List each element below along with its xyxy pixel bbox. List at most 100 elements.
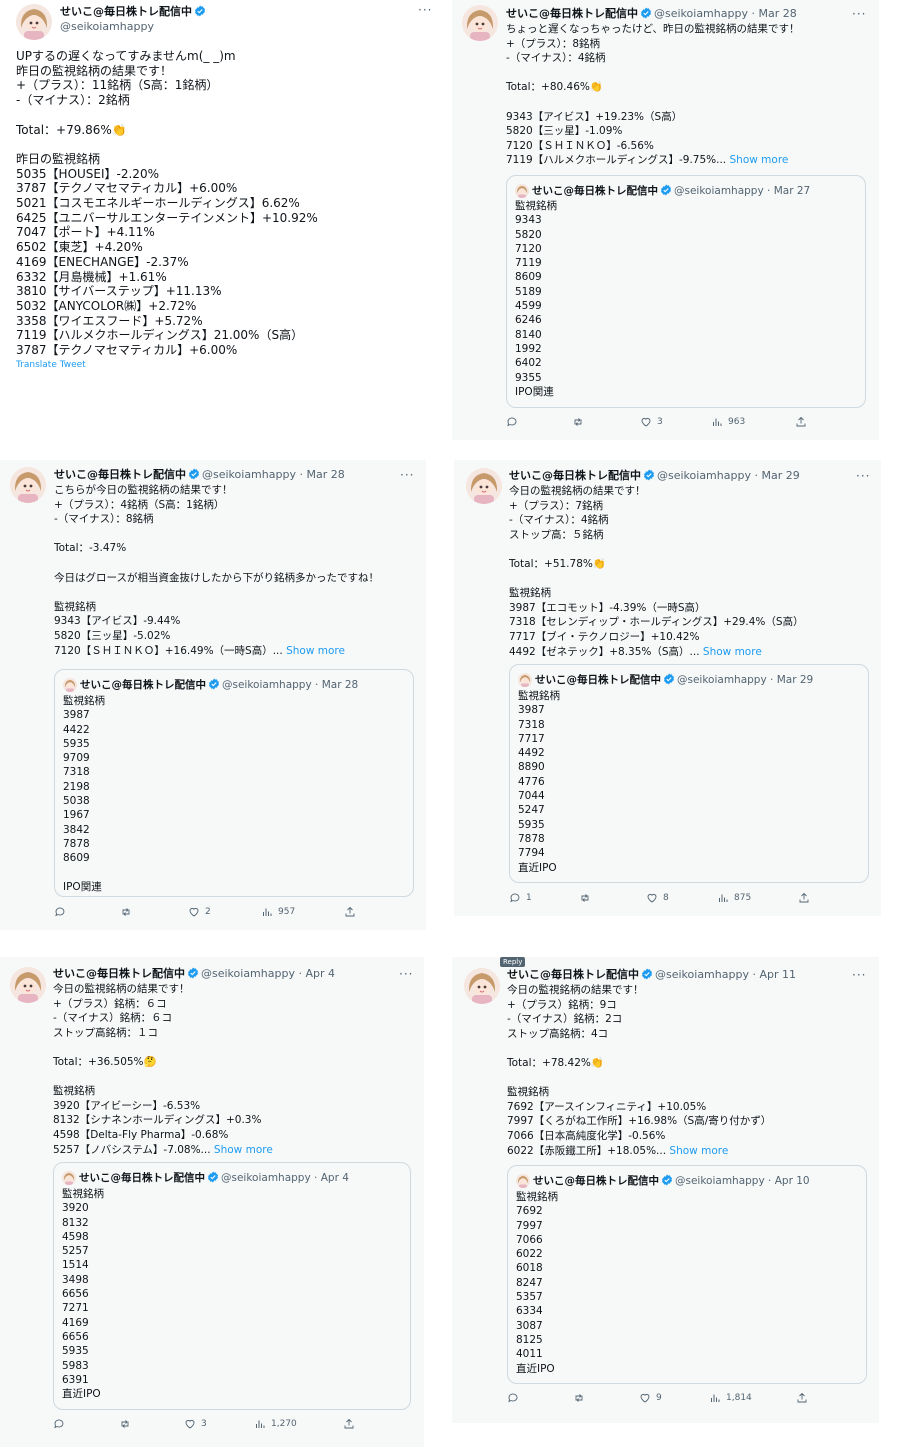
verified-badge-icon [642, 968, 652, 980]
author-handle[interactable]: @seikoiamhappy [654, 7, 748, 20]
author-handle[interactable]: @seikoiamhappy [655, 968, 749, 981]
more-dots-icon[interactable]: ··· [399, 967, 413, 981]
author-name[interactable]: せいこ@毎日株トレ配信中 [54, 468, 186, 481]
show-more-link[interactable]: Show more [286, 645, 345, 657]
tweet-actions: 3 963 [506, 416, 866, 432]
quoted-tweet-header: せいこ@毎日株トレ配信中 @seikoiamhappy · Mar 27 [515, 183, 810, 198]
quoted-tweet-date: Mar 28 [321, 679, 359, 691]
share-button[interactable] [798, 892, 810, 904]
author-handle[interactable]: @seikoiamhappy [60, 20, 154, 34]
show-more-link[interactable]: Show more [703, 646, 762, 658]
more-dots-icon[interactable]: ··· [400, 468, 414, 482]
tweet-card[interactable]: せいこ@毎日株トレ配信中 @seikoiamhappy · Mar 28 ··· … [452, 0, 879, 440]
tweet-text: 今日の監視銘柄の結果です！ +（プラス）：7銘柄 -（マイナス）：4銘柄 ストッ… [509, 485, 804, 658]
author-handle[interactable]: @seikoiamhappy [202, 468, 296, 481]
tweet-card[interactable]: せいこ@毎日株トレ配信中 @seikoiamhappy · Mar 29 ··· … [454, 460, 881, 916]
tweet-actions: 9 1,814 [507, 1392, 867, 1408]
tweet-text: 今日の監視銘柄の結果です！ +（プラス）銘柄：６コ -（マイナス）銘柄：６コ ス… [53, 983, 273, 1156]
tweet-card[interactable]: せいこ@毎日株トレ配信中 @seikoiamhappy · Apr 4 ··· 今… [0, 957, 424, 1447]
author-handle[interactable]: @seikoiamhappy [657, 469, 751, 482]
like-button[interactable]: 3 [640, 416, 663, 428]
avatar[interactable] [464, 968, 500, 1004]
tweet-actions: 1 8 875 [509, 892, 869, 908]
quoted-tweet[interactable]: せいこ@毎日株トレ配信中 @seikoiamhappy · Apr 10 監視銘柄… [507, 1165, 867, 1384]
views-button[interactable]: 875 [717, 892, 751, 904]
reply-button[interactable] [507, 1392, 524, 1404]
verified-badge-icon [644, 469, 654, 481]
show-more-link[interactable]: Show more [214, 1144, 273, 1156]
retweet-icon [574, 418, 582, 426]
share-icon [799, 892, 809, 903]
share-button[interactable] [796, 1392, 808, 1404]
quoted-tweet-text: 監視銘柄 7692 7997 7066 6022 6018 8247 5357 … [516, 1191, 558, 1375]
reply-button[interactable] [506, 416, 523, 428]
more-dots-icon[interactable]: ··· [856, 469, 870, 483]
tweet-card[interactable]: せいこ@毎日株トレ配信中 @seikoiamhappy · Apr 11 ··· … [452, 957, 879, 1423]
tweet-date[interactable]: Mar 29 [761, 469, 799, 482]
reply-button[interactable] [54, 906, 71, 918]
verified-badge-icon [664, 673, 674, 685]
views-button[interactable]: 1,270 [254, 1418, 297, 1430]
retweet-button[interactable] [119, 1418, 136, 1430]
tweet-card[interactable]: せいこ@毎日株トレ配信中 @seikoiamhappy ··· UPするの遅くな… [0, 0, 440, 440]
author-handle[interactable]: @seikoiamhappy [201, 967, 295, 980]
author-name[interactable]: せいこ@毎日株トレ配信中 [506, 7, 638, 20]
views-icon [719, 894, 728, 902]
tweet-date[interactable]: Mar 28 [306, 468, 344, 481]
share-button[interactable] [343, 1418, 355, 1430]
reply-button[interactable] [53, 1418, 70, 1430]
avatar[interactable] [10, 467, 46, 503]
show-more-link[interactable]: Show more [730, 154, 789, 166]
author-name[interactable]: せいこ@毎日株トレ配信中 [507, 968, 639, 981]
avatar[interactable] [462, 5, 498, 41]
avatar [63, 678, 77, 692]
retweet-button[interactable] [573, 1392, 590, 1404]
more-dots-icon[interactable]: ··· [418, 3, 432, 17]
share-button[interactable] [344, 906, 356, 918]
avatar [516, 1174, 530, 1188]
retweet-icon [575, 1394, 583, 1402]
quoted-tweet-date: Apr 4 [320, 1172, 349, 1184]
author-name[interactable]: せいこ@毎日株トレ配信中 [60, 5, 192, 18]
views-button[interactable]: 1,814 [709, 1392, 752, 1404]
tweet-date[interactable]: Mar 28 [758, 7, 796, 20]
avatar[interactable] [16, 4, 52, 40]
verified-badge-icon [641, 7, 651, 19]
more-dots-icon[interactable]: ··· [852, 968, 866, 982]
retweet-button[interactable] [572, 416, 589, 428]
quoted-tweet-text: 監視銘柄 3987 7318 7717 4492 8890 4776 7044 … [518, 690, 560, 874]
like-icon [189, 907, 199, 917]
quoted-tweet[interactable]: せいこ@毎日株トレ配信中 @seikoiamhappy · Mar 29 監視銘柄… [509, 664, 869, 883]
retweet-icon [121, 1420, 129, 1428]
share-button[interactable] [795, 416, 807, 428]
like-button[interactable]: 8 [646, 892, 669, 904]
author-name[interactable]: せいこ@毎日株トレ配信中 [509, 469, 641, 482]
translate-tweet-link[interactable]: Translate Tweet [16, 360, 86, 370]
tweet-date[interactable]: Apr 11 [759, 968, 796, 981]
tweet-card[interactable]: せいこ@毎日株トレ配信中 @seikoiamhappy · Mar 28 ··· … [0, 460, 426, 930]
reply-button[interactable]: 1 [509, 892, 532, 904]
share-icon [796, 416, 806, 427]
share-icon [345, 906, 355, 917]
like-button[interactable]: 2 [188, 906, 211, 918]
quoted-tweet[interactable]: せいこ@毎日株トレ配信中 @seikoiamhappy · Mar 27 監視銘柄… [506, 175, 866, 408]
avatar[interactable] [466, 468, 502, 504]
like-button[interactable]: 3 [184, 1418, 207, 1430]
like-icon [647, 893, 657, 903]
like-icon [185, 1419, 195, 1429]
more-dots-icon[interactable]: ··· [852, 7, 866, 21]
views-button[interactable]: 957 [261, 906, 295, 918]
verified-badge-icon [195, 5, 205, 17]
quoted-tweet[interactable]: せいこ@毎日株トレ配信中 @seikoiamhappy · Mar 28 監視銘柄… [54, 669, 414, 897]
avatar [515, 184, 529, 198]
show-more-link[interactable]: Show more [669, 1145, 728, 1157]
tweet-date[interactable]: Apr 4 [305, 967, 335, 980]
retweet-button[interactable] [120, 906, 137, 918]
author-name[interactable]: せいこ@毎日株トレ配信中 [53, 967, 185, 980]
like-button[interactable]: 9 [639, 1392, 662, 1404]
tweet-text: 今日の監視銘柄の結果です！ +（プラス）銘柄：9コ -（マイナス）銘柄：2コ ス… [507, 984, 772, 1157]
retweet-button[interactable] [579, 892, 596, 904]
avatar[interactable] [10, 967, 46, 1003]
quoted-tweet[interactable]: せいこ@毎日株トレ配信中 @seikoiamhappy · Apr 4 監視銘柄 … [53, 1162, 411, 1410]
views-button[interactable]: 963 [711, 416, 745, 428]
